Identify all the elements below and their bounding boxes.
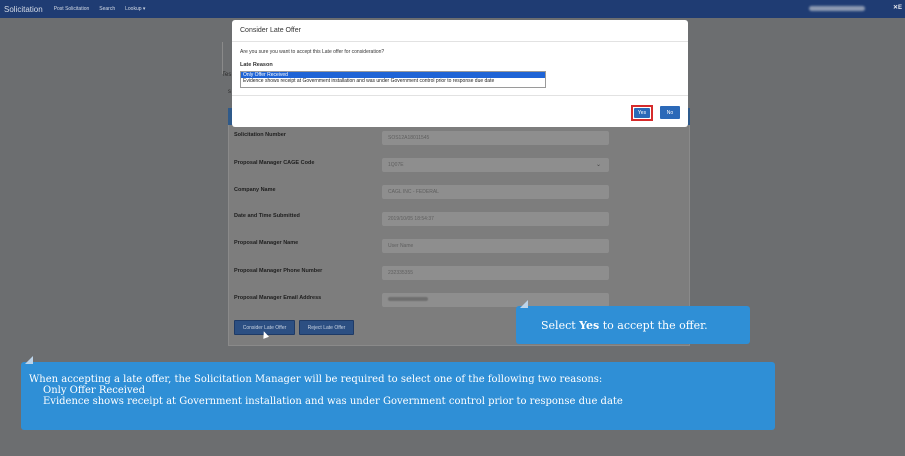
label-phone: Proposal Manager Phone Number xyxy=(234,268,323,274)
label-manager-name: Proposal Manager Name xyxy=(234,240,299,246)
label-email: Proposal Manager Email Address xyxy=(234,295,322,301)
late-reason-label: Late Reason xyxy=(240,62,273,68)
label-solicitation-number: Solicitation Number xyxy=(234,132,286,138)
callout-line-3: Evidence shows receipt at Government ins… xyxy=(43,396,623,407)
label-company-name: Company Name xyxy=(234,187,276,193)
callout-bold: Yes xyxy=(579,319,600,332)
email-value-blurred xyxy=(388,297,428,301)
field-manager-name: User Name xyxy=(382,239,609,253)
divider xyxy=(222,42,223,74)
label-cage-code: Proposal Manager CAGE Code xyxy=(234,160,315,166)
modal-footer: Yes No xyxy=(232,95,688,127)
field-date-submitted: 2019/10/05 18:54:37 xyxy=(382,212,609,226)
side-text: Tes xyxy=(222,72,232,78)
yes-button[interactable]: Yes xyxy=(634,108,650,118)
chevron-down-icon: ⌄ xyxy=(595,162,601,168)
late-reason-select[interactable]: Only Offer Received Evidence shows recei… xyxy=(240,71,546,88)
close-icon[interactable]: ✕E xyxy=(893,4,902,11)
side-text: s xyxy=(228,89,231,95)
nav-search[interactable]: Search xyxy=(94,6,120,12)
cage-code-value: 1Q07E xyxy=(388,162,404,168)
modal-title: Consider Late Offer xyxy=(240,27,301,34)
no-button[interactable]: No xyxy=(660,106,680,119)
modal-body: Are you sure you want to accept this Lat… xyxy=(232,42,688,95)
user-menu[interactable] xyxy=(809,6,865,11)
select-cage-code[interactable]: 1Q07E ⌄ xyxy=(382,158,609,172)
callout-late-reasons: When accepting a late offer, the Solicit… xyxy=(21,356,775,430)
top-navbar: Solicitation Post Solicitation Search Lo… xyxy=(0,0,905,18)
callout-select-yes: Select Yes to accept the offer. xyxy=(516,300,750,344)
field-company-name: CAGL INC - FEDERAL xyxy=(382,185,609,199)
reason-option-evidence[interactable]: Evidence shows receipt at Government ins… xyxy=(241,78,545,84)
consider-late-offer-modal: Consider Late Offer Are you sure you wan… xyxy=(232,20,688,127)
callout-suffix: to accept the offer. xyxy=(599,319,708,332)
field-solicitation-number: SOS12A18011545 xyxy=(382,131,609,145)
field-email xyxy=(382,293,609,307)
brand-solicitation[interactable]: Solicitation xyxy=(0,5,49,14)
nav-post-solicitation[interactable]: Post Solicitation xyxy=(49,6,95,12)
label-date-submitted: Date and Time Submitted xyxy=(234,213,300,219)
callout-prefix: Select xyxy=(541,319,580,332)
callout-line-1: When accepting a late offer, the Solicit… xyxy=(29,374,603,385)
modal-question: Are you sure you want to accept this Lat… xyxy=(240,49,385,55)
modal-header: Consider Late Offer xyxy=(232,20,688,42)
callout-line-2: Only Offer Received xyxy=(43,385,145,396)
nav-lookup[interactable]: Lookup ▾ xyxy=(120,6,150,12)
reject-late-offer-button[interactable]: Reject Late Offer xyxy=(299,320,354,335)
field-phone: 232335355 xyxy=(382,266,609,280)
